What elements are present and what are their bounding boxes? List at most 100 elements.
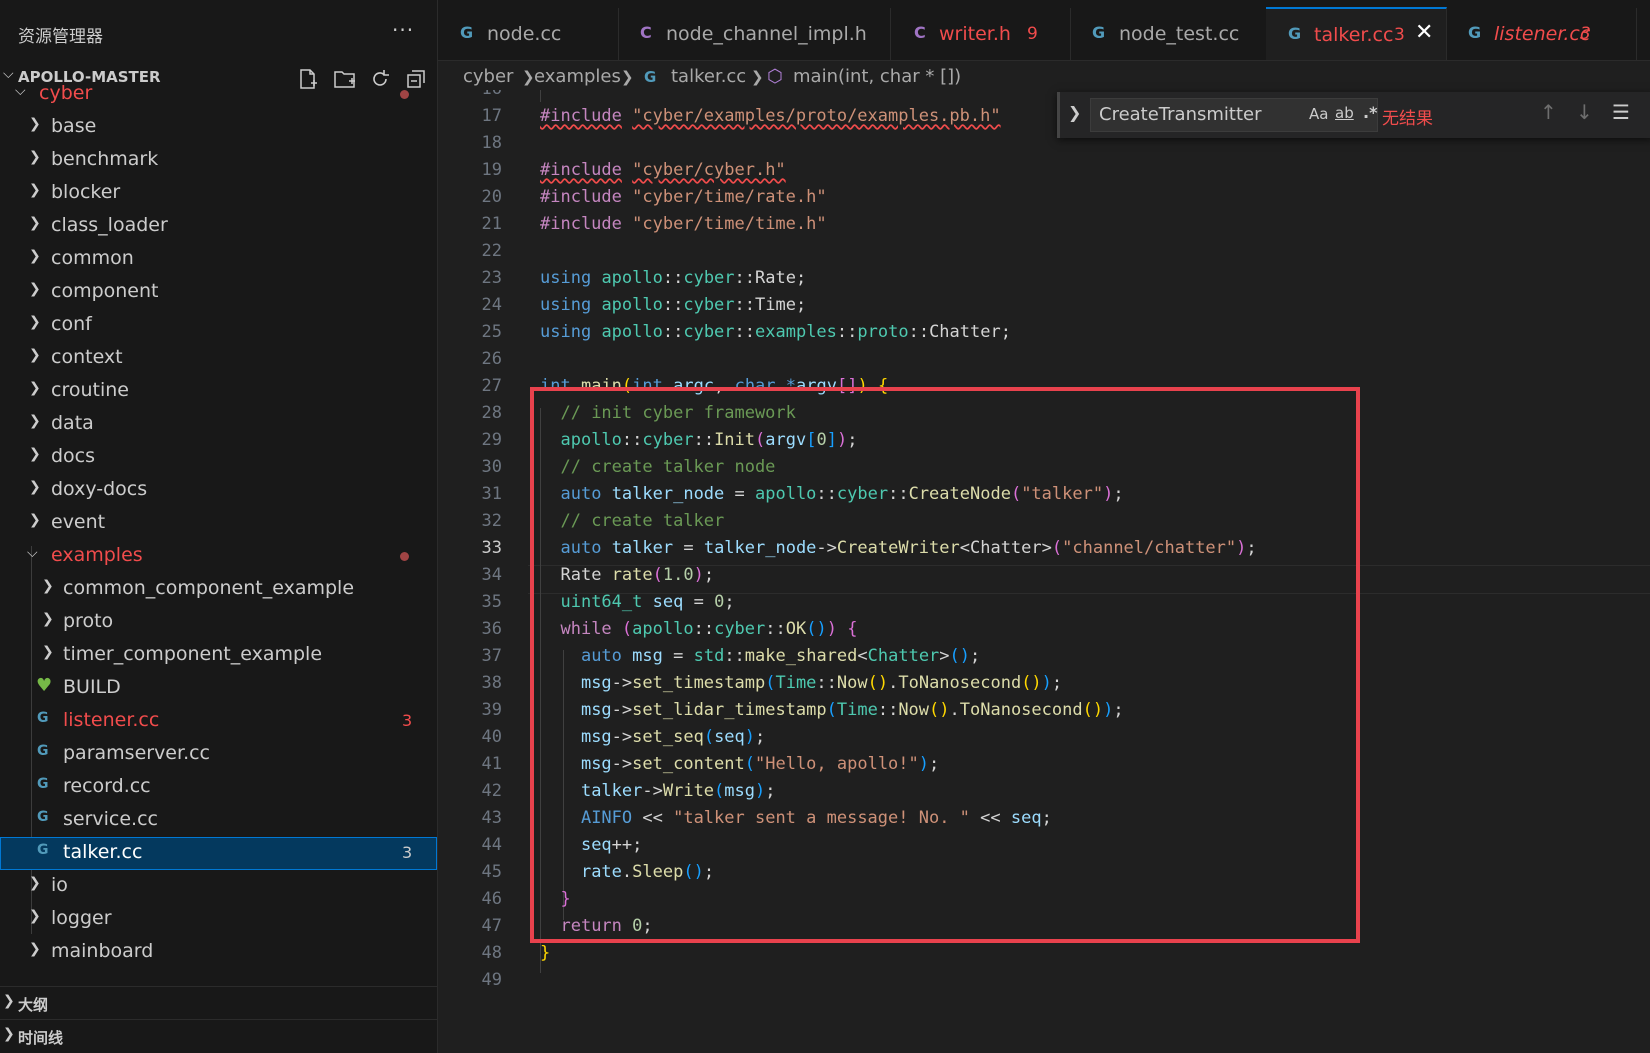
tree-item-paramserver-cc[interactable]: G paramserver.cc bbox=[0, 738, 437, 771]
tree-item-label: class_loader bbox=[51, 214, 168, 236]
tree-item-cyber[interactable]: ⌵ cyber bbox=[0, 84, 437, 111]
tree-item-blocker[interactable]: ❯ blocker bbox=[0, 177, 437, 210]
tab-listener-cc[interactable]: G listener.cc 3 bbox=[1446, 8, 1637, 60]
chevron-right-icon: ❯ bbox=[3, 1026, 15, 1042]
tree-item-benchmark[interactable]: ❯ benchmark bbox=[0, 144, 437, 177]
use-regex-icon[interactable]: .* bbox=[1363, 103, 1377, 122]
tree-item-service-cc[interactable]: G service.cc bbox=[0, 804, 437, 837]
line-number: 46 bbox=[481, 889, 502, 909]
tree-item-listener-cc[interactable]: G listener.cc 3 bbox=[0, 705, 437, 738]
tree-item-label: base bbox=[51, 115, 97, 137]
next-match-icon[interactable]: ↓ bbox=[1576, 100, 1593, 124]
tab-talker-cc[interactable]: G talker.cc 3 ✕ bbox=[1266, 7, 1447, 60]
chevron-right-icon: ❯ bbox=[522, 68, 535, 86]
breadcrumb-item[interactable]: cyber bbox=[463, 66, 513, 87]
tree-item-examples[interactable]: ⌵ examples bbox=[0, 540, 437, 573]
timeline-title: 时间线 bbox=[18, 1029, 64, 1047]
tree-item-timer-component-example[interactable]: ❯ timer_component_example bbox=[0, 639, 437, 672]
chevron-right-icon: ❯ bbox=[29, 182, 41, 198]
tree-item-proto[interactable]: ❯ proto bbox=[0, 606, 437, 639]
tree-item-label: BUILD bbox=[63, 676, 121, 698]
find-result-count: 无结果 bbox=[1382, 109, 1433, 129]
tree-item-label: proto bbox=[63, 610, 114, 632]
tree-item-conf[interactable]: ❯ conf bbox=[0, 309, 437, 342]
chevron-down-icon: ⌵ bbox=[27, 545, 38, 561]
tree-item-doxy-docs[interactable]: ❯ doxy-docs bbox=[0, 474, 437, 507]
tab-node-channel-impl-h[interactable]: C node_channel_impl.h bbox=[618, 8, 891, 60]
c-header-icon: C bbox=[914, 23, 926, 42]
problem-count-badge: 3 bbox=[402, 843, 413, 862]
code-line: using apollo::cyber::Time; bbox=[540, 295, 807, 315]
tree-item-mainboard[interactable]: ❯ mainboard bbox=[0, 936, 437, 969]
chevron-down-icon: ⌵ bbox=[3, 66, 14, 82]
chevron-right-icon: ❯ bbox=[29, 116, 41, 132]
more-actions-icon[interactable]: ··· bbox=[392, 18, 414, 42]
tree-item-talker-cc[interactable]: G talker.cc 3 bbox=[0, 837, 437, 870]
find-in-selection-icon[interactable]: ☰ bbox=[1612, 100, 1630, 124]
tree-item-croutine[interactable]: ❯ croutine bbox=[0, 375, 437, 408]
tree-item-context[interactable]: ❯ context bbox=[0, 342, 437, 375]
tree-item-io[interactable]: ❯ io bbox=[0, 870, 437, 903]
tab-node-test-cc[interactable]: G node_test.cc bbox=[1070, 8, 1267, 60]
chevron-right-icon: ❯ bbox=[29, 380, 41, 396]
chevron-right-icon: ❯ bbox=[42, 578, 54, 594]
modified-dot bbox=[400, 552, 409, 561]
find-input[interactable]: CreateTransmitter Aa ab .* bbox=[1090, 98, 1378, 132]
breadcrumb-item[interactable]: main(int, char * []) bbox=[793, 66, 961, 87]
code-line: } bbox=[540, 943, 551, 963]
tree-item-label: record.cc bbox=[63, 775, 151, 797]
tab-writer-h[interactable]: C writer.h 9 bbox=[890, 8, 1071, 60]
outline-section[interactable]: ❯ 大纲 bbox=[0, 986, 437, 1019]
tree-item-label: io bbox=[51, 874, 68, 896]
chevron-down-icon: ⌵ bbox=[15, 84, 26, 99]
toggle-replace-icon[interactable]: ❯ bbox=[1068, 103, 1081, 122]
tab-label: writer.h bbox=[939, 23, 1011, 45]
tree-item-base[interactable]: ❯ base bbox=[0, 111, 437, 144]
tree-item-label: context bbox=[51, 346, 123, 368]
tree-item-common-component-example[interactable]: ❯ common_component_example bbox=[0, 573, 437, 606]
tree-item-docs[interactable]: ❯ docs bbox=[0, 441, 437, 474]
tree-item-logger[interactable]: ❯ logger bbox=[0, 903, 437, 936]
annotation-highlight-box bbox=[530, 387, 1360, 943]
explorer-sidebar: 资源管理器 ··· ⌵ APOLLO-MASTER ⌵ cyber ❯ base… bbox=[0, 0, 438, 1053]
line-number: 24 bbox=[481, 295, 502, 315]
find-widget: ❯ CreateTransmitter Aa ab .* 无结果 ↑ ↓ ☰ bbox=[1057, 92, 1650, 138]
breadcrumb-item[interactable]: examples bbox=[534, 66, 621, 87]
tree-item-record-cc[interactable]: G record.cc bbox=[0, 771, 437, 804]
tree-item-common[interactable]: ❯ common bbox=[0, 243, 437, 276]
line-number: 34 bbox=[481, 565, 502, 585]
tree-item-component[interactable]: ❯ component bbox=[0, 276, 437, 309]
tab-label: node_test.cc bbox=[1119, 23, 1240, 45]
tree-item-build[interactable]: ♥ BUILD bbox=[0, 672, 437, 705]
tree-item-event[interactable]: ❯ event bbox=[0, 507, 437, 540]
cpp-file-icon: G bbox=[37, 710, 49, 726]
match-whole-word-icon[interactable]: ab bbox=[1335, 104, 1354, 122]
timeline-section[interactable]: ❯ 时间线 bbox=[0, 1019, 437, 1052]
code-editor[interactable]: 16 17 18 19 20 21 22 23 24 25 26 27 28 2… bbox=[438, 90, 1650, 1053]
breadcrumb-item[interactable]: talker.cc bbox=[671, 66, 746, 87]
tab-node-cc[interactable]: G node.cc bbox=[438, 8, 619, 60]
chevron-right-icon: ❯ bbox=[29, 479, 41, 495]
chevron-right-icon: ❯ bbox=[29, 314, 41, 330]
line-number: 23 bbox=[481, 268, 502, 288]
tree-item-class-loader[interactable]: ❯ class_loader bbox=[0, 210, 437, 243]
chevron-right-icon: ❯ bbox=[29, 281, 41, 297]
line-number: 25 bbox=[481, 322, 502, 342]
line-number: 18 bbox=[481, 133, 502, 153]
line-number: 19 bbox=[481, 160, 502, 180]
tree-item-label: docs bbox=[51, 445, 96, 467]
line-number: 49 bbox=[481, 970, 502, 990]
cpp-file-icon: G bbox=[1288, 24, 1302, 43]
previous-match-icon[interactable]: ↑ bbox=[1540, 100, 1557, 124]
line-number: 22 bbox=[481, 241, 502, 261]
chevron-right-icon: ❯ bbox=[29, 413, 41, 429]
tree-item-data[interactable]: ❯ data bbox=[0, 408, 437, 441]
code-line: #include "cyber/time/time.h" bbox=[540, 214, 827, 234]
tree-item-label: component bbox=[51, 280, 159, 302]
bazel-icon: ♥ bbox=[36, 675, 53, 696]
file-tree: ⌵ cyber ❯ base ❯ benchmark ❯ blocker ❯ c… bbox=[0, 84, 437, 982]
cpp-file-icon: G bbox=[37, 776, 49, 792]
chevron-right-icon: ❯ bbox=[29, 347, 41, 363]
match-case-icon[interactable]: Aa bbox=[1309, 105, 1328, 123]
close-icon[interactable]: ✕ bbox=[1415, 20, 1433, 45]
